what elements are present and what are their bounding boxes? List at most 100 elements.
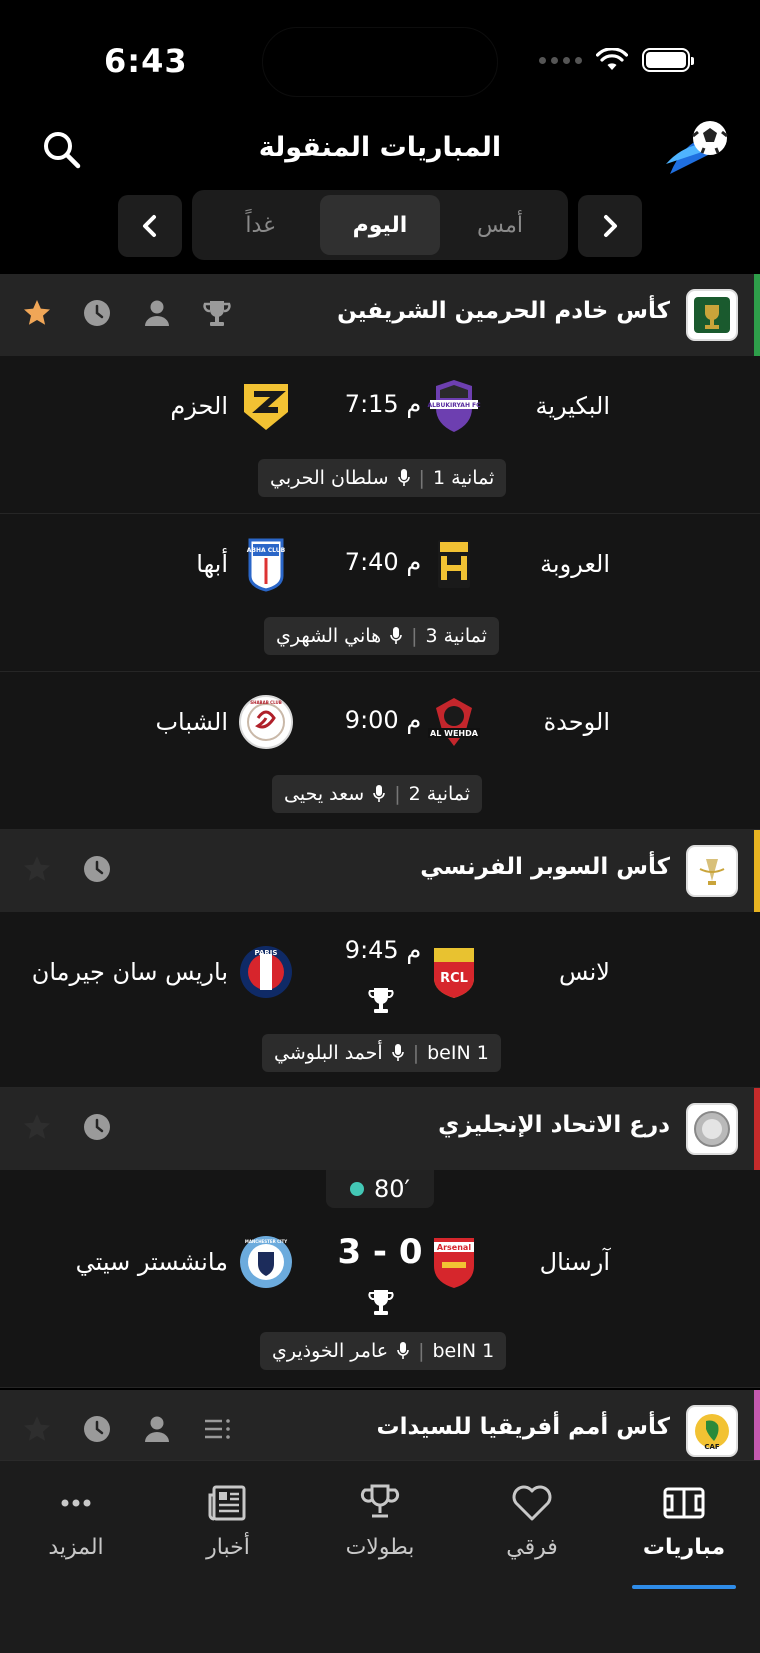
standings-list-icon[interactable] — [202, 1414, 232, 1444]
clock-icon[interactable] — [82, 298, 112, 328]
status-bar: 6:43 — [0, 0, 760, 110]
status-icons — [539, 48, 694, 72]
microphone-icon — [397, 1342, 409, 1359]
away-team-name: الحزم — [170, 392, 228, 420]
commentator-name: سعد يحيى — [284, 783, 365, 805]
star-icon[interactable] — [22, 1414, 52, 1444]
more-icon — [61, 1499, 91, 1507]
league-actions — [22, 1414, 232, 1444]
away-team-logo: ABHA CLUB — [247, 538, 286, 592]
tab-today[interactable]: اليوم — [320, 195, 440, 255]
away-team-logo: PARIS — [240, 946, 292, 998]
star-icon[interactable] — [22, 298, 52, 328]
live-minute: 80′ — [374, 1175, 410, 1203]
bottom-tab-bar: مباريات فرقي بطولات أخبار المزيد — [0, 1460, 760, 1653]
tab-matches[interactable]: مباريات — [614, 1483, 754, 1560]
trophee-des-champions-icon — [699, 859, 725, 885]
community-shield-icon — [694, 1111, 730, 1147]
tab-label: مباريات — [642, 1535, 726, 1560]
microphone-icon — [397, 469, 410, 486]
league-accent-bar — [754, 1088, 760, 1170]
person-icon[interactable] — [142, 298, 172, 328]
broadcast-info: ثمانية 2 | سعد يحيى — [272, 775, 483, 813]
page-title: المباريات المنقولة — [258, 132, 502, 163]
broadcast-info: beIN 1 | أحمد البلوشي — [262, 1034, 501, 1072]
microphone-icon — [390, 627, 402, 644]
league-logo-text: CAF — [704, 1443, 720, 1451]
star-icon[interactable] — [22, 1112, 52, 1142]
dynamic-island — [262, 27, 498, 97]
home-team-logo-text: AL WEHDA — [430, 729, 479, 738]
status-time: 6:43 — [104, 42, 188, 80]
home-team-logo-text: RCL — [440, 971, 468, 986]
home-team-name: لانس — [559, 958, 610, 986]
away-team-logo-text: PARIS — [255, 949, 278, 957]
search-icon[interactable] — [40, 128, 84, 172]
match-row[interactable]: 80′ آرسنال Arsenal 3 - 0 MANCHESTER CITY… — [0, 1170, 760, 1388]
tab-yesterday[interactable]: أمس — [440, 195, 560, 255]
home-team-logo-text: ALBUKIRYAH FC — [427, 402, 481, 409]
commentator-name: سلطان الحربي — [270, 467, 389, 489]
trophy-icon — [368, 988, 394, 1013]
previous-day-button[interactable] — [118, 195, 182, 257]
league-actions — [22, 298, 232, 328]
day-selector: أمس اليوم غداً — [0, 190, 760, 260]
battery-icon — [642, 48, 694, 72]
clock-icon[interactable] — [82, 1414, 112, 1444]
home-team-logo: Arsenal — [434, 1238, 474, 1288]
match-time: 7:40 م — [344, 548, 422, 576]
commentator-name: أحمد البلوشي — [274, 1042, 383, 1064]
tab-news[interactable]: أخبار — [158, 1483, 298, 1560]
signal-icon — [539, 56, 582, 64]
league-header[interactable]: درع الاتحاد الإنجليزي — [0, 1088, 760, 1170]
away-team-logo-text: ABHA CLUB — [247, 547, 286, 554]
away-team-logo — [244, 384, 288, 430]
away-team-name: مانشستر سيتي — [75, 1248, 228, 1276]
match-time: 7:15 م — [344, 390, 422, 418]
match-row[interactable]: الوحدة AL WEHDA 9:00 م SHABAB CLUB الشبا… — [0, 672, 760, 830]
league-accent-bar — [754, 274, 760, 356]
league-header[interactable]: كأس خادم الحرمين الشريفين — [0, 274, 760, 356]
commentator-name: هاني الشهري — [276, 625, 382, 647]
home-team-logo: AL WEHDA — [428, 698, 480, 746]
home-team-logo-text: Arsenal — [437, 1243, 471, 1252]
league-name: درع الاتحاد الإنجليزي — [438, 1112, 670, 1138]
app-header: المباريات المنقولة — [0, 110, 760, 190]
wifi-icon — [596, 48, 628, 70]
league-logo — [686, 845, 738, 897]
matches-list: كأس خادم الحرمين الشريفين البكيرية ALBUK… — [0, 274, 760, 1472]
newspaper-icon — [208, 1485, 246, 1521]
live-indicator-dot — [350, 1182, 364, 1196]
tab-tomorrow[interactable]: غداً — [200, 195, 320, 255]
league-name: كأس خادم الحرمين الشريفين — [337, 298, 670, 324]
channel-name: ثمانية 2 — [408, 783, 471, 805]
match-time: 9:45 م — [344, 936, 422, 964]
next-day-button[interactable] — [578, 195, 642, 257]
tab-tournaments[interactable]: بطولات — [310, 1483, 450, 1560]
broadcast-info: beIN 1 | عامر الخوذيري — [260, 1332, 507, 1370]
chevron-left-icon — [143, 215, 156, 237]
channel-name: beIN 1 — [432, 1340, 495, 1362]
away-team-name: أبها — [196, 550, 228, 578]
person-icon[interactable] — [142, 1414, 172, 1444]
clock-icon[interactable] — [82, 854, 112, 884]
tab-my-teams[interactable]: فرقي — [462, 1483, 602, 1560]
away-team-name: باريس سان جيرمان — [31, 958, 228, 986]
match-row[interactable]: العروبة 7:40 م ABHA CLUB أبها ثمانية 3 |… — [0, 514, 760, 672]
home-team-name: البكيرية — [535, 392, 610, 420]
match-row[interactable]: البكيرية ALBUKIRYAH FC 7:15 م الحزم ثمان… — [0, 356, 760, 514]
star-icon[interactable] — [22, 854, 52, 884]
league-header[interactable]: كأس السوبر الفرنسي — [0, 830, 760, 912]
broadcast-info: ثمانية 1 | سلطان الحربي — [258, 459, 507, 497]
broadcast-info: ثمانية 3 | هاني الشهري — [264, 617, 499, 655]
commentator-name: عامر الخوذيري — [272, 1340, 389, 1362]
tab-more[interactable]: المزيد — [6, 1483, 146, 1560]
clock-icon[interactable] — [82, 1112, 112, 1142]
away-team-logo-text: MANCHESTER CITY — [245, 1239, 287, 1244]
trophy-icon[interactable] — [202, 298, 232, 328]
league-actions — [22, 854, 112, 884]
match-row[interactable]: لانس RCL 9:45 م PARIS باريس سان جيرمان b… — [0, 912, 760, 1088]
tab-label: فرقي — [506, 1535, 558, 1560]
match-score: 3 - 0 — [337, 1232, 423, 1272]
away-team-logo: SHABAB CLUB — [239, 695, 293, 749]
